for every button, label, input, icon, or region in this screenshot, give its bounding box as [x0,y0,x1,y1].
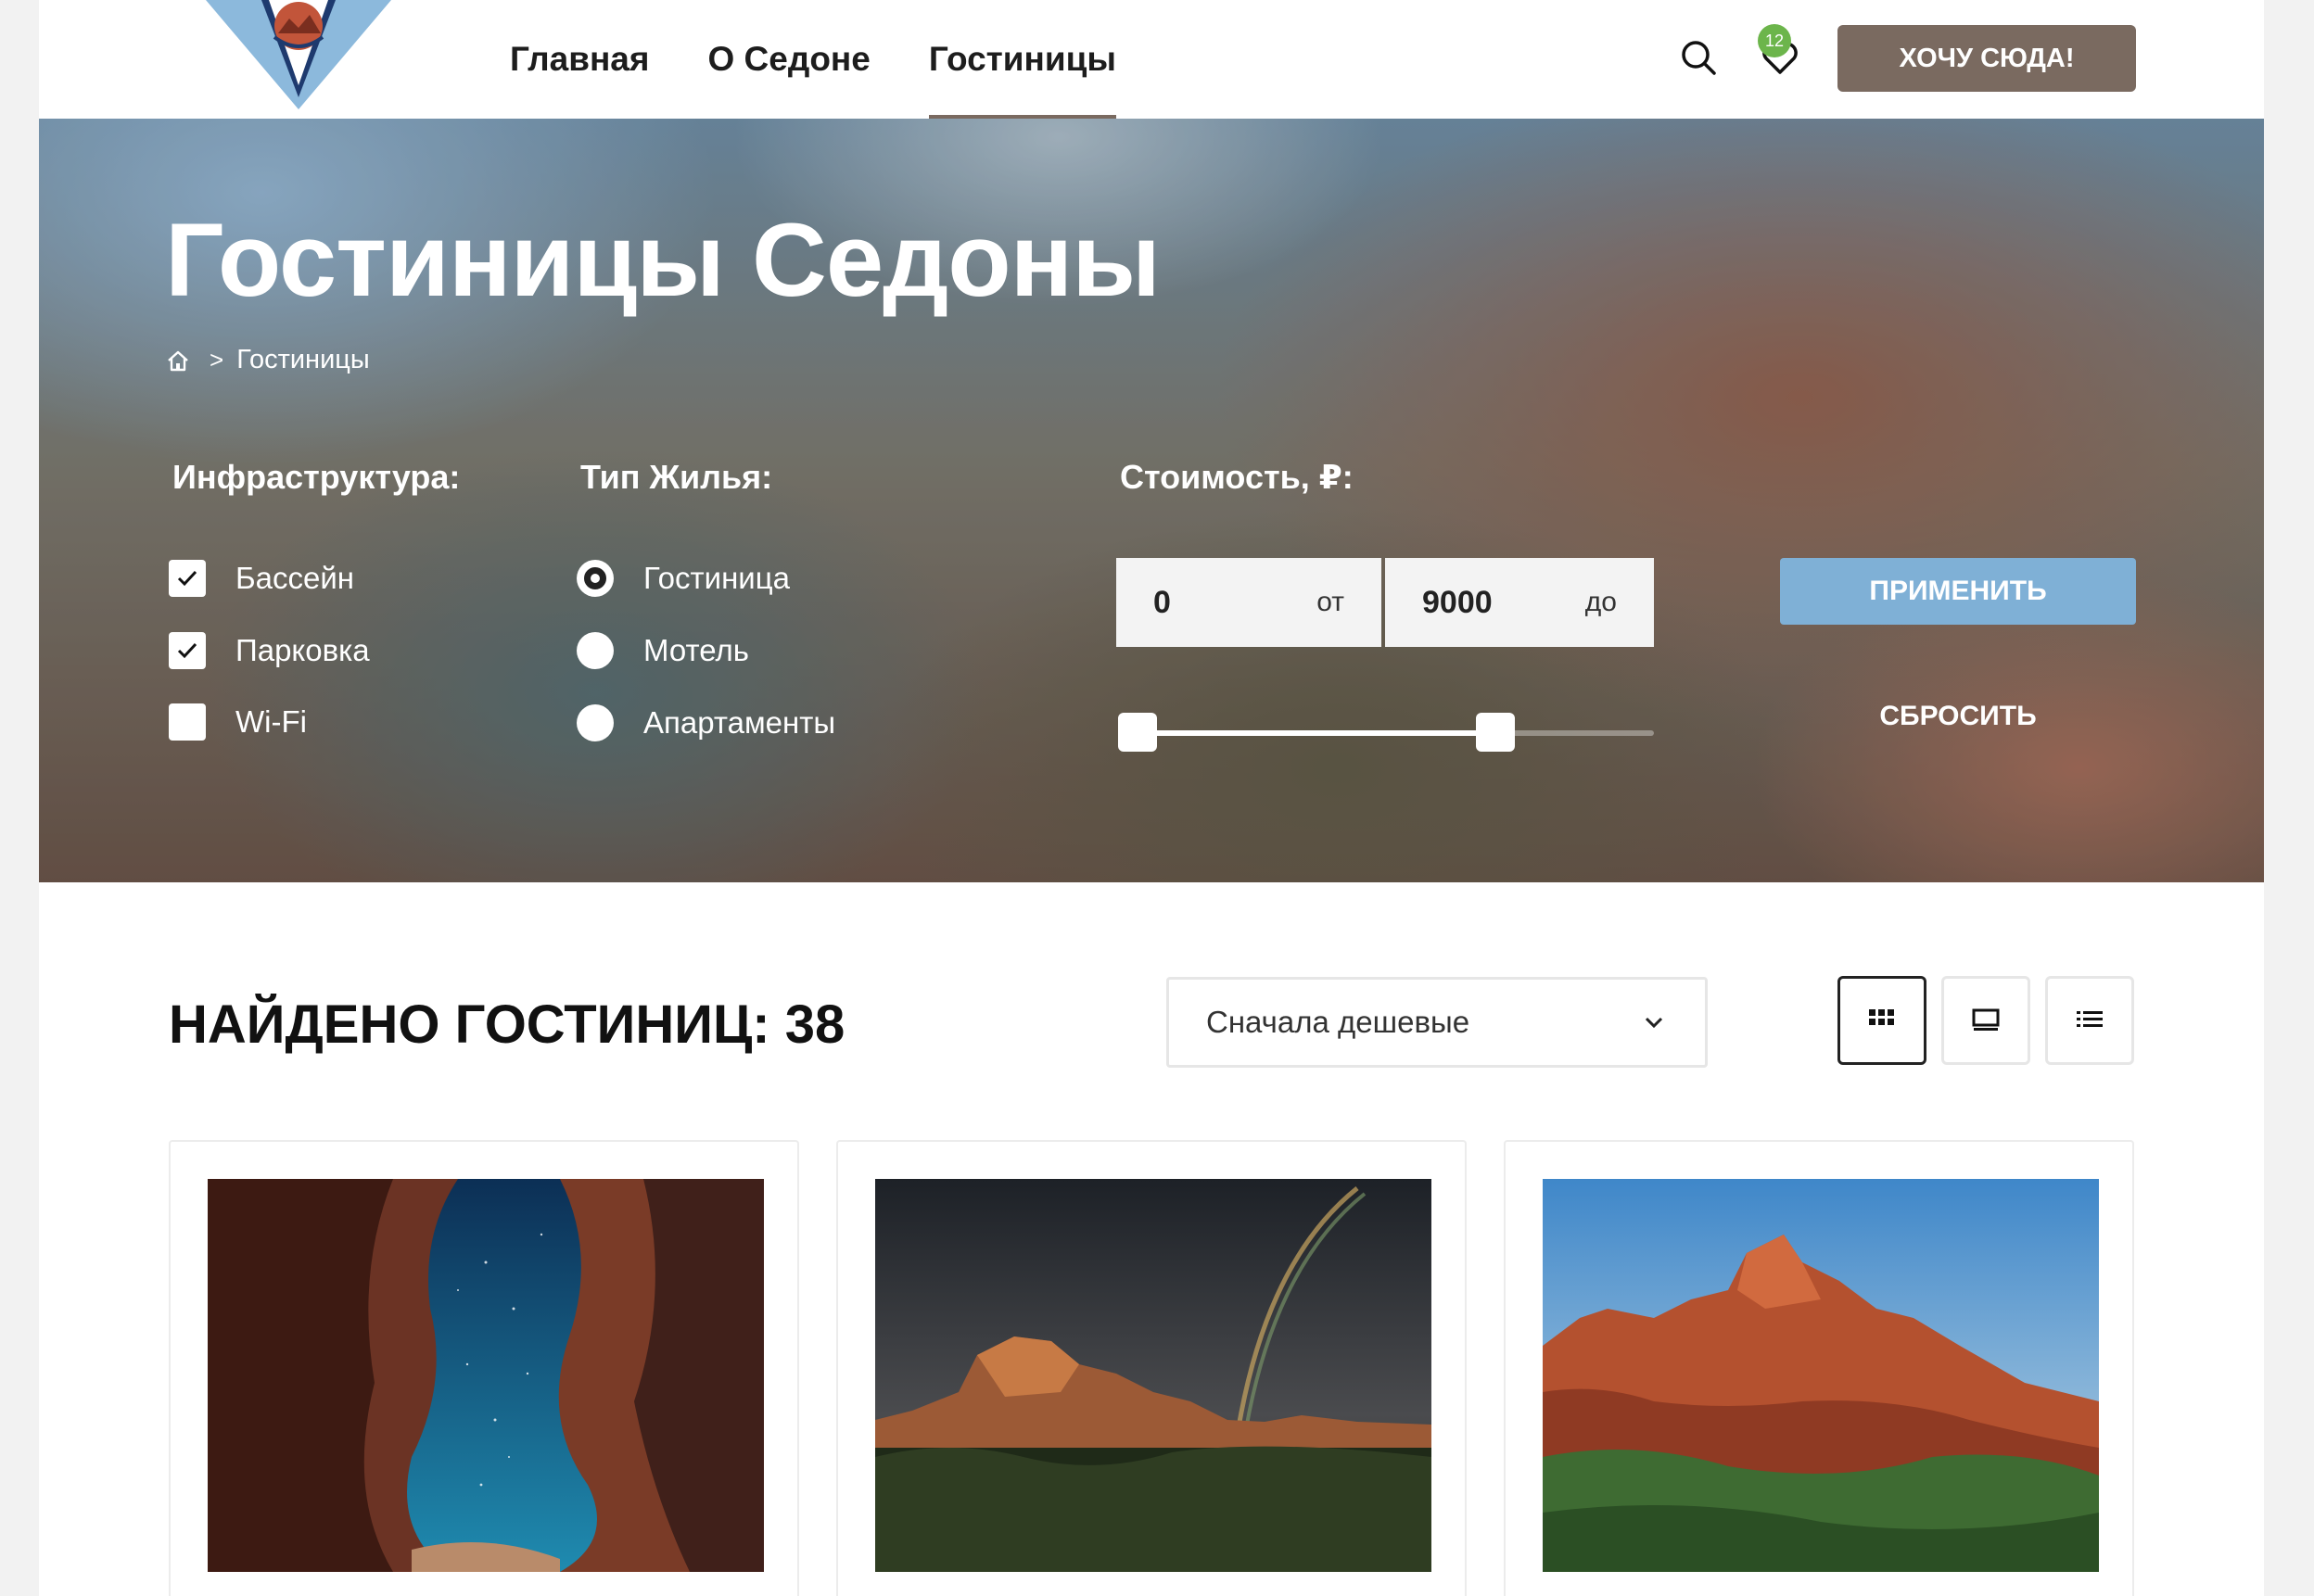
radio-selected-icon[interactable] [577,560,614,597]
infrastructure-title: Инфраструктура: [172,458,461,496]
nav-item-about[interactable]: О Седоне [707,0,870,119]
radio-label: Мотель [643,633,749,667]
hero-banner: Гостиницы Седоны > Гостиницы Инфраструкт… [39,119,2264,882]
hotel-card[interactable] [1504,1140,2134,1596]
chevron-right-icon: > [210,346,224,374]
radio-motel[interactable]: Мотель [577,632,749,669]
want-here-button[interactable]: ХОЧУ СЮДА! [1837,25,2136,92]
header: Главная О Седоне Гостиницы 12 ХОЧУ СЮДА! [39,0,2264,119]
chevron-down-icon [1645,1017,1663,1029]
radio-unselected-icon[interactable] [577,704,614,741]
hotel-card[interactable] [169,1140,799,1596]
checkbox-checked-icon[interactable] [169,560,206,597]
grid-view-button[interactable] [1837,976,1926,1065]
price-to-value[interactable]: 9000 [1422,585,1493,621]
checkbox-parking[interactable]: Парковка [169,632,370,669]
checkbox-checked-icon[interactable] [169,632,206,669]
main-nav: Главная О Седоне Гостиницы [510,0,1175,119]
breadcrumb-current: Гостиницы [236,345,370,374]
card-view-icon [1972,1008,2000,1031]
red-rock-photo [1543,1179,2099,1572]
page-title: Гостиницы Седоны [165,202,1161,318]
grid-view-icon [1869,1009,1894,1025]
card-view-button[interactable] [1941,976,2030,1065]
reset-button[interactable]: СБРОСИТЬ [1780,693,2136,740]
hotel-card[interactable] [836,1140,1467,1596]
price-to-label: до [1584,587,1617,617]
nav-item-hotels[interactable]: Гостиницы [928,0,1117,119]
list-view-icon [2077,1011,2103,1027]
night-cave-photo [208,1179,764,1572]
price-from-label: от [1316,587,1344,617]
slider-min-handle[interactable] [1118,713,1157,752]
favorites-count-badge: 12 [1758,24,1791,57]
rainbow-mesa-photo [875,1179,1431,1572]
price-range-slider[interactable] [1118,713,1654,752]
radio-unselected-icon[interactable] [577,632,614,669]
home-icon[interactable] [165,348,191,374]
checkbox-label: Парковка [235,633,370,667]
city-of-sedona-logo[interactable] [169,0,428,120]
slider-fill [1138,730,1495,736]
list-view-button[interactable] [2045,976,2134,1065]
checkbox-label: Wi-Fi [235,704,307,739]
checkbox-unchecked-icon[interactable] [169,703,206,741]
search-icon[interactable] [1678,37,1719,78]
radio-label: Гостиница [643,561,790,595]
radio-label: Апартаменты [643,705,836,740]
price-title: Стоимость, ₽: [1120,458,1354,496]
price-from-input[interactable]: 0 от [1116,558,1381,647]
radio-apartments[interactable]: Апартаменты [577,704,835,741]
nav-item-home[interactable]: Главная [510,0,649,119]
breadcrumb: > Гостиницы [165,345,370,375]
checkbox-wifi[interactable]: Wi-Fi [169,703,307,741]
results-count: НАЙДЕНО ГОСТИНИЦ: 38 [169,994,846,1055]
price-to-input[interactable]: 9000 до [1385,558,1654,647]
apply-button[interactable]: ПРИМЕНИТЬ [1780,558,2136,625]
checkbox-label: Бассейн [235,561,355,595]
sort-select[interactable]: Сначала дешевые [1166,977,1708,1068]
checkbox-pool[interactable]: Бассейн [169,560,354,597]
housing-type-title: Тип Жилья: [580,458,773,496]
sort-value: Сначала дешевые [1206,1005,1470,1039]
page: Главная О Седоне Гостиницы 12 ХОЧУ СЮДА!… [39,0,2264,1596]
price-from-value[interactable]: 0 [1153,585,1171,621]
slider-max-handle[interactable] [1475,713,1515,752]
radio-hotel[interactable]: Гостиница [577,560,790,597]
